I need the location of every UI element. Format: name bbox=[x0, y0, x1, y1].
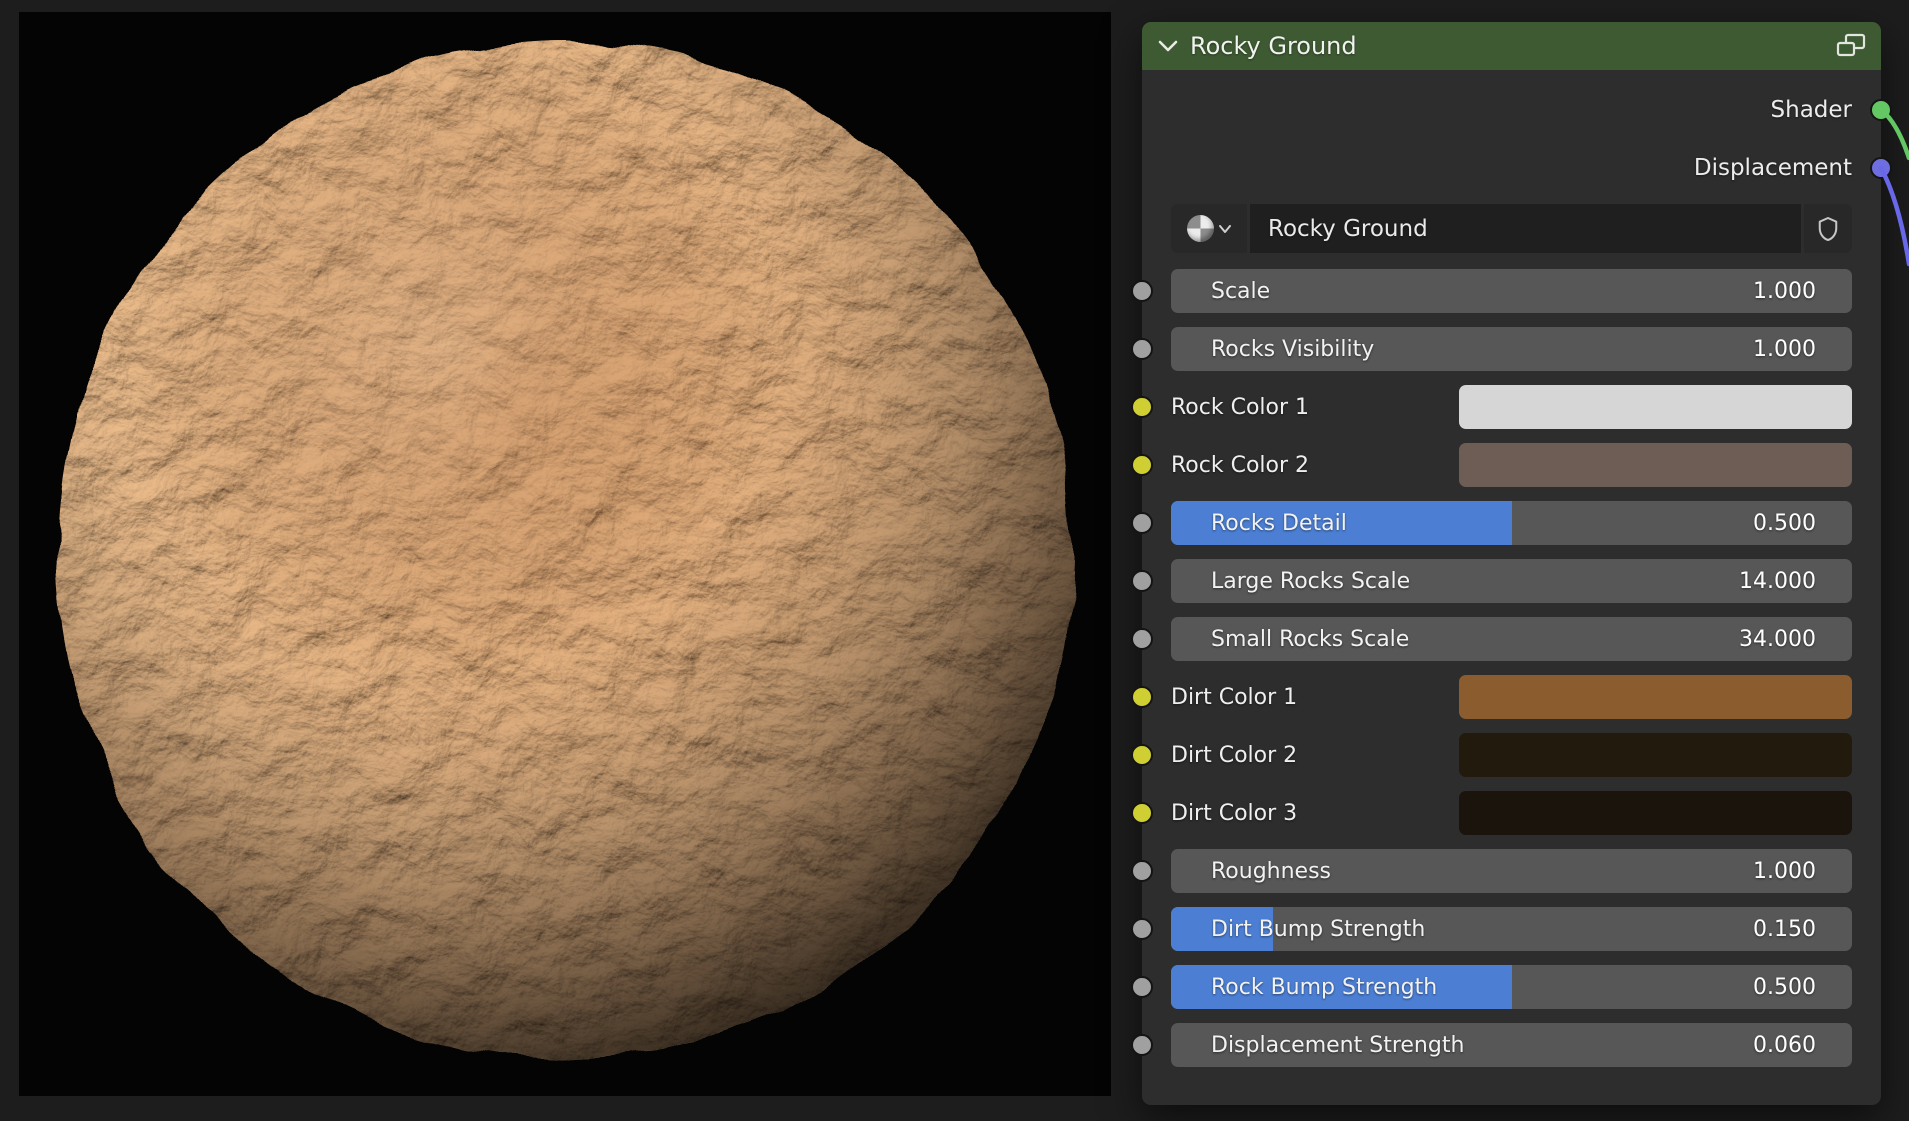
param-label: Dirt Color 2 bbox=[1171, 743, 1297, 768]
param-slider-rock-bump-strength[interactable]: Rock Bump Strength 0.500 bbox=[1171, 965, 1852, 1009]
param-row-dirt-color-3: Dirt Color 3 bbox=[1171, 791, 1852, 835]
color-swatch-dirt-color-1[interactable] bbox=[1459, 675, 1852, 719]
color-swatch-rock-color-1[interactable] bbox=[1459, 385, 1852, 429]
param-slider-roughness[interactable]: Roughness 1.000 bbox=[1171, 849, 1852, 893]
shield-icon bbox=[1817, 216, 1839, 242]
node-body: Shader Displacement Rocky Ground bbox=[1142, 70, 1881, 1105]
material-name-field[interactable]: Rocky Ground bbox=[1250, 204, 1801, 253]
param-value: 0.500 bbox=[1753, 975, 1816, 1000]
param-label: Dirt Color 3 bbox=[1171, 801, 1297, 826]
param-label: Scale bbox=[1211, 279, 1270, 304]
input-socket-rock-color-1[interactable] bbox=[1131, 396, 1153, 418]
param-label: Rocks Visibility bbox=[1211, 337, 1374, 362]
input-socket-rocks-visibility[interactable] bbox=[1131, 338, 1153, 360]
output-row-displacement: Displacement bbox=[1171, 146, 1852, 190]
param-value: 1.000 bbox=[1753, 279, 1816, 304]
param-row-scale: Scale 1.000 bbox=[1171, 269, 1852, 313]
input-socket-rock-bump-strength[interactable] bbox=[1131, 976, 1153, 998]
displacement-output-socket[interactable] bbox=[1870, 157, 1892, 179]
node-header[interactable]: Rocky Ground bbox=[1142, 22, 1881, 70]
param-row-dirt-bump-strength: Dirt Bump Strength 0.150 bbox=[1171, 907, 1852, 951]
param-row-displacement-strength: Displacement Strength 0.060 bbox=[1171, 1023, 1852, 1067]
param-label: Dirt Bump Strength bbox=[1211, 917, 1425, 942]
param-label: Roughness bbox=[1211, 859, 1331, 884]
param-value: 14.000 bbox=[1739, 569, 1816, 594]
param-value: 0.150 bbox=[1753, 917, 1816, 942]
param-value: 0.060 bbox=[1753, 1033, 1816, 1058]
color-swatch-dirt-color-3[interactable] bbox=[1459, 791, 1852, 835]
input-socket-large-rocks-scale[interactable] bbox=[1131, 570, 1153, 592]
input-socket-small-rocks-scale[interactable] bbox=[1131, 628, 1153, 650]
chevron-down-icon bbox=[1219, 225, 1231, 233]
color-swatch-dirt-color-2[interactable] bbox=[1459, 733, 1852, 777]
material-browse-button[interactable] bbox=[1171, 204, 1247, 253]
param-slider-rocks-visibility[interactable]: Rocks Visibility 1.000 bbox=[1171, 327, 1852, 371]
material-preview-sphere bbox=[39, 28, 1091, 1080]
param-row-rock-bump-strength: Rock Bump Strength 0.500 bbox=[1171, 965, 1852, 1009]
displacement-wire bbox=[1881, 168, 1909, 264]
param-slider-displacement-strength[interactable]: Displacement Strength 0.060 bbox=[1171, 1023, 1852, 1067]
param-row-dirt-color-1: Dirt Color 1 bbox=[1171, 675, 1852, 719]
param-value: 0.500 bbox=[1753, 511, 1816, 536]
input-socket-scale[interactable] bbox=[1131, 280, 1153, 302]
param-label: Large Rocks Scale bbox=[1211, 569, 1410, 594]
node-rocky-ground: Rocky Ground Shader Displacement R bbox=[1142, 22, 1881, 1105]
color-swatch-rock-color-2[interactable] bbox=[1459, 443, 1852, 487]
input-socket-dirt-bump-strength[interactable] bbox=[1131, 918, 1153, 940]
input-socket-rock-color-2[interactable] bbox=[1131, 454, 1153, 476]
param-row-large-rocks-scale: Large Rocks Scale 14.000 bbox=[1171, 559, 1852, 603]
material-name: Rocky Ground bbox=[1268, 216, 1428, 242]
material-selector: Rocky Ground bbox=[1171, 204, 1852, 253]
node-params: Scale 1.000 Rocks Visibility 1.000 Rock Colo… bbox=[1171, 269, 1852, 1067]
output-label-shader: Shader bbox=[1771, 97, 1852, 123]
param-slider-dirt-bump-strength[interactable]: Dirt Bump Strength 0.150 bbox=[1171, 907, 1852, 951]
param-label: Displacement Strength bbox=[1211, 1033, 1464, 1058]
param-slider-scale[interactable]: Scale 1.000 bbox=[1171, 269, 1852, 313]
preview-viewport bbox=[19, 12, 1111, 1096]
param-row-dirt-color-2: Dirt Color 2 bbox=[1171, 733, 1852, 777]
param-label: Rock Color 2 bbox=[1171, 453, 1309, 478]
node-title: Rocky Ground bbox=[1190, 32, 1357, 60]
fake-user-button[interactable] bbox=[1804, 204, 1852, 253]
param-row-roughness: Roughness 1.000 bbox=[1171, 849, 1852, 893]
material-preview-icon bbox=[1187, 215, 1214, 242]
param-slider-rocks-detail[interactable]: Rocks Detail 0.500 bbox=[1171, 501, 1852, 545]
input-socket-displacement-strength[interactable] bbox=[1131, 1034, 1153, 1056]
param-row-rocks-visibility: Rocks Visibility 1.000 bbox=[1171, 327, 1852, 371]
input-socket-rocks-detail[interactable] bbox=[1131, 512, 1153, 534]
param-row-rock-color-1: Rock Color 1 bbox=[1171, 385, 1852, 429]
input-socket-dirt-color-1[interactable] bbox=[1131, 686, 1153, 708]
node-group-icon bbox=[1835, 33, 1867, 59]
param-label: Small Rocks Scale bbox=[1211, 627, 1409, 652]
param-value: 1.000 bbox=[1753, 859, 1816, 884]
collapse-chevron-icon[interactable] bbox=[1158, 40, 1178, 52]
output-row-shader: Shader bbox=[1171, 88, 1852, 132]
param-value: 34.000 bbox=[1739, 627, 1816, 652]
param-row-small-rocks-scale: Small Rocks Scale 34.000 bbox=[1171, 617, 1852, 661]
input-socket-roughness[interactable] bbox=[1131, 860, 1153, 882]
param-row-rocks-detail: Rocks Detail 0.500 bbox=[1171, 501, 1852, 545]
param-label: Dirt Color 1 bbox=[1171, 685, 1297, 710]
param-label: Rock Bump Strength bbox=[1211, 975, 1437, 1000]
input-socket-dirt-color-3[interactable] bbox=[1131, 802, 1153, 824]
param-label: Rocks Detail bbox=[1211, 511, 1347, 536]
param-slider-small-rocks-scale[interactable]: Small Rocks Scale 34.000 bbox=[1171, 617, 1852, 661]
output-label-displacement: Displacement bbox=[1694, 155, 1852, 181]
param-row-rock-color-2: Rock Color 2 bbox=[1171, 443, 1852, 487]
param-slider-large-rocks-scale[interactable]: Large Rocks Scale 14.000 bbox=[1171, 559, 1852, 603]
shader-output-socket[interactable] bbox=[1870, 99, 1892, 121]
param-label: Rock Color 1 bbox=[1171, 395, 1309, 420]
input-socket-dirt-color-2[interactable] bbox=[1131, 744, 1153, 766]
param-value: 1.000 bbox=[1753, 337, 1816, 362]
